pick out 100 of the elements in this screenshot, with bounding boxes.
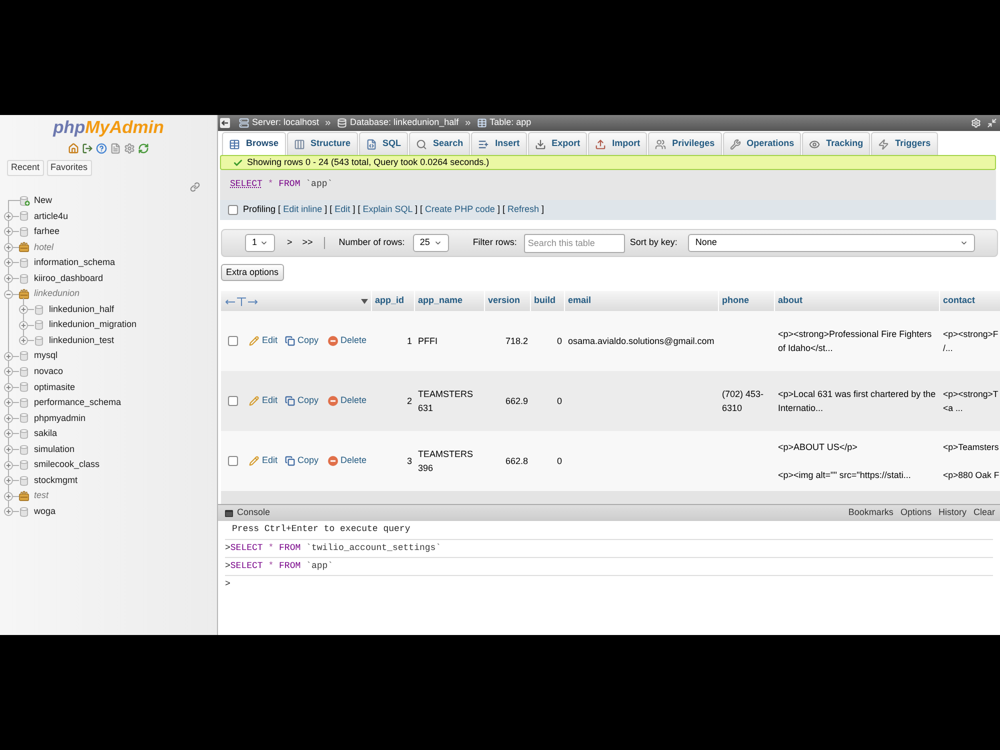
tree-item-link[interactable]: hotel: [34, 240, 54, 254]
page-select[interactable]: 1: [245, 234, 275, 252]
option-link[interactable]: Create PHP code: [425, 204, 495, 214]
reload-icon[interactable]: [138, 143, 149, 154]
breadcrumb-link[interactable]: Server: localhost: [239, 116, 320, 130]
column-header[interactable]: about: [778, 294, 802, 308]
plus-icon[interactable]: [4, 242, 13, 252]
tab[interactable]: Browse: [222, 132, 286, 155]
plus-icon[interactable]: [4, 382, 13, 392]
tree-item-link[interactable]: novaco: [34, 365, 64, 379]
row-checkbox[interactable]: [228, 396, 238, 406]
tree-item-link[interactable]: mysql: [34, 349, 58, 363]
delete-link[interactable]: Delete: [328, 454, 367, 468]
minimize-icon[interactable]: [987, 118, 997, 128]
tree-item-link[interactable]: phpmyadmin: [34, 412, 86, 426]
plus-icon[interactable]: [4, 227, 13, 236]
tree-item-link[interactable]: linkedunion: [34, 287, 80, 301]
link-icon[interactable]: [190, 182, 200, 192]
tab[interactable]: Search: [409, 132, 470, 155]
breadcrumb-link[interactable]: Table: app: [476, 116, 532, 130]
console-query[interactable]: >SELECT * FROM `app`: [225, 560, 334, 574]
edit-link[interactable]: Edit: [249, 334, 278, 348]
plus-icon[interactable]: [4, 398, 13, 408]
tree-item-link[interactable]: smilecook_class: [34, 458, 100, 472]
plus-icon[interactable]: [4, 445, 13, 454]
caret-icon[interactable]: [361, 298, 368, 304]
plus-icon[interactable]: [4, 274, 13, 283]
plus-icon[interactable]: [19, 305, 28, 314]
tree-item-link[interactable]: simulation: [34, 442, 75, 456]
plus-icon[interactable]: [4, 367, 13, 376]
home-icon[interactable]: [68, 143, 79, 154]
console-title[interactable]: Console: [237, 506, 270, 520]
tree-item-link[interactable]: linkedunion_migration: [49, 318, 137, 332]
copy-link[interactable]: Copy: [284, 454, 319, 468]
console-option[interactable]: Bookmarks: [848, 506, 894, 520]
tab[interactable]: Insert: [471, 132, 527, 155]
column-arrows-icon[interactable]: [225, 296, 258, 306]
plus-icon[interactable]: [4, 476, 13, 486]
plus-icon[interactable]: [4, 460, 13, 470]
extra-options-button[interactable]: Extra options: [221, 264, 284, 281]
sidebar-tab[interactable]: Recent: [7, 160, 44, 176]
tree-item-link[interactable]: woga: [34, 504, 56, 518]
plus-icon[interactable]: [19, 320, 28, 330]
column-header[interactable]: version: [488, 294, 520, 308]
plus-icon[interactable]: [4, 258, 13, 268]
tab[interactable]: Tracking: [802, 132, 870, 155]
sidebar-tab[interactable]: Favorites: [46, 160, 92, 176]
keyword-link[interactable]: SELECT: [230, 179, 262, 190]
column-header[interactable]: app_id: [375, 294, 404, 308]
tab[interactable]: Operations: [722, 132, 802, 155]
tree-item-link[interactable]: test: [34, 489, 49, 503]
delete-link[interactable]: Delete: [328, 394, 367, 408]
tree-item-link[interactable]: sakila: [34, 427, 58, 441]
tree-item-link[interactable]: linkedunion_test: [49, 334, 114, 348]
tree-item-link[interactable]: farhee: [34, 225, 60, 239]
tab[interactable]: SQL: [358, 132, 408, 155]
plus-icon[interactable]: [4, 507, 13, 516]
rows-select[interactable]: 25: [412, 234, 449, 252]
delete-link[interactable]: Delete: [328, 334, 367, 348]
edit-link[interactable]: Edit: [249, 454, 278, 468]
column-header[interactable]: app_name: [418, 294, 463, 308]
copy-link[interactable]: Copy: [284, 394, 319, 408]
breadcrumb-link[interactable]: Database: linkedunion_half: [337, 116, 459, 130]
copy-link[interactable]: Copy: [284, 334, 319, 348]
option-link[interactable]: Explain SQL: [362, 204, 412, 214]
tree-item-link[interactable]: stockmgmt: [34, 474, 78, 488]
new-database-link[interactable]: New: [34, 194, 52, 208]
tab[interactable]: Privileges: [648, 132, 722, 155]
tab[interactable]: Import: [588, 132, 648, 155]
console-option[interactable]: Options: [900, 506, 932, 520]
logo[interactable]: phpMyAdmin: [53, 117, 164, 137]
tree-item-link[interactable]: article4u: [34, 210, 68, 224]
column-header[interactable]: contact: [943, 294, 976, 308]
column-header[interactable]: email: [568, 294, 592, 308]
new-database-icon[interactable]: [20, 196, 30, 206]
column-header[interactable]: phone: [722, 294, 749, 308]
row-checkbox[interactable]: [228, 336, 238, 346]
last-page-button[interactable]: >>: [300, 236, 315, 250]
tab[interactable]: Triggers: [871, 132, 938, 155]
option-link[interactable]: Edit inline: [283, 204, 322, 214]
help-icon[interactable]: [96, 143, 107, 154]
option-link[interactable]: Refresh: [508, 204, 540, 214]
tab[interactable]: Export: [528, 132, 588, 155]
console-prompt[interactable]: >: [225, 578, 230, 592]
console-option[interactable]: History: [938, 506, 966, 520]
back-arrow-icon[interactable]: [220, 118, 230, 128]
tree-item-link[interactable]: linkedunion_half: [49, 302, 114, 316]
console-option[interactable]: Clear: [973, 506, 995, 520]
tab[interactable]: Structure: [286, 132, 358, 155]
plus-icon[interactable]: [4, 352, 13, 361]
filter-field[interactable]: Search this table: [524, 234, 625, 252]
edit-link[interactable]: Edit: [249, 394, 278, 408]
plus-icon[interactable]: [4, 212, 13, 221]
console-query[interactable]: >SELECT * FROM `twilio_account_settings`: [225, 542, 442, 556]
tree-item-link[interactable]: optimasite: [34, 380, 76, 394]
plus-icon[interactable]: [19, 336, 28, 346]
sort-key-select[interactable]: None: [688, 234, 976, 252]
profiling-checkbox[interactable]: [228, 205, 238, 215]
minus-icon[interactable]: [4, 290, 13, 299]
plus-icon[interactable]: [4, 414, 13, 423]
